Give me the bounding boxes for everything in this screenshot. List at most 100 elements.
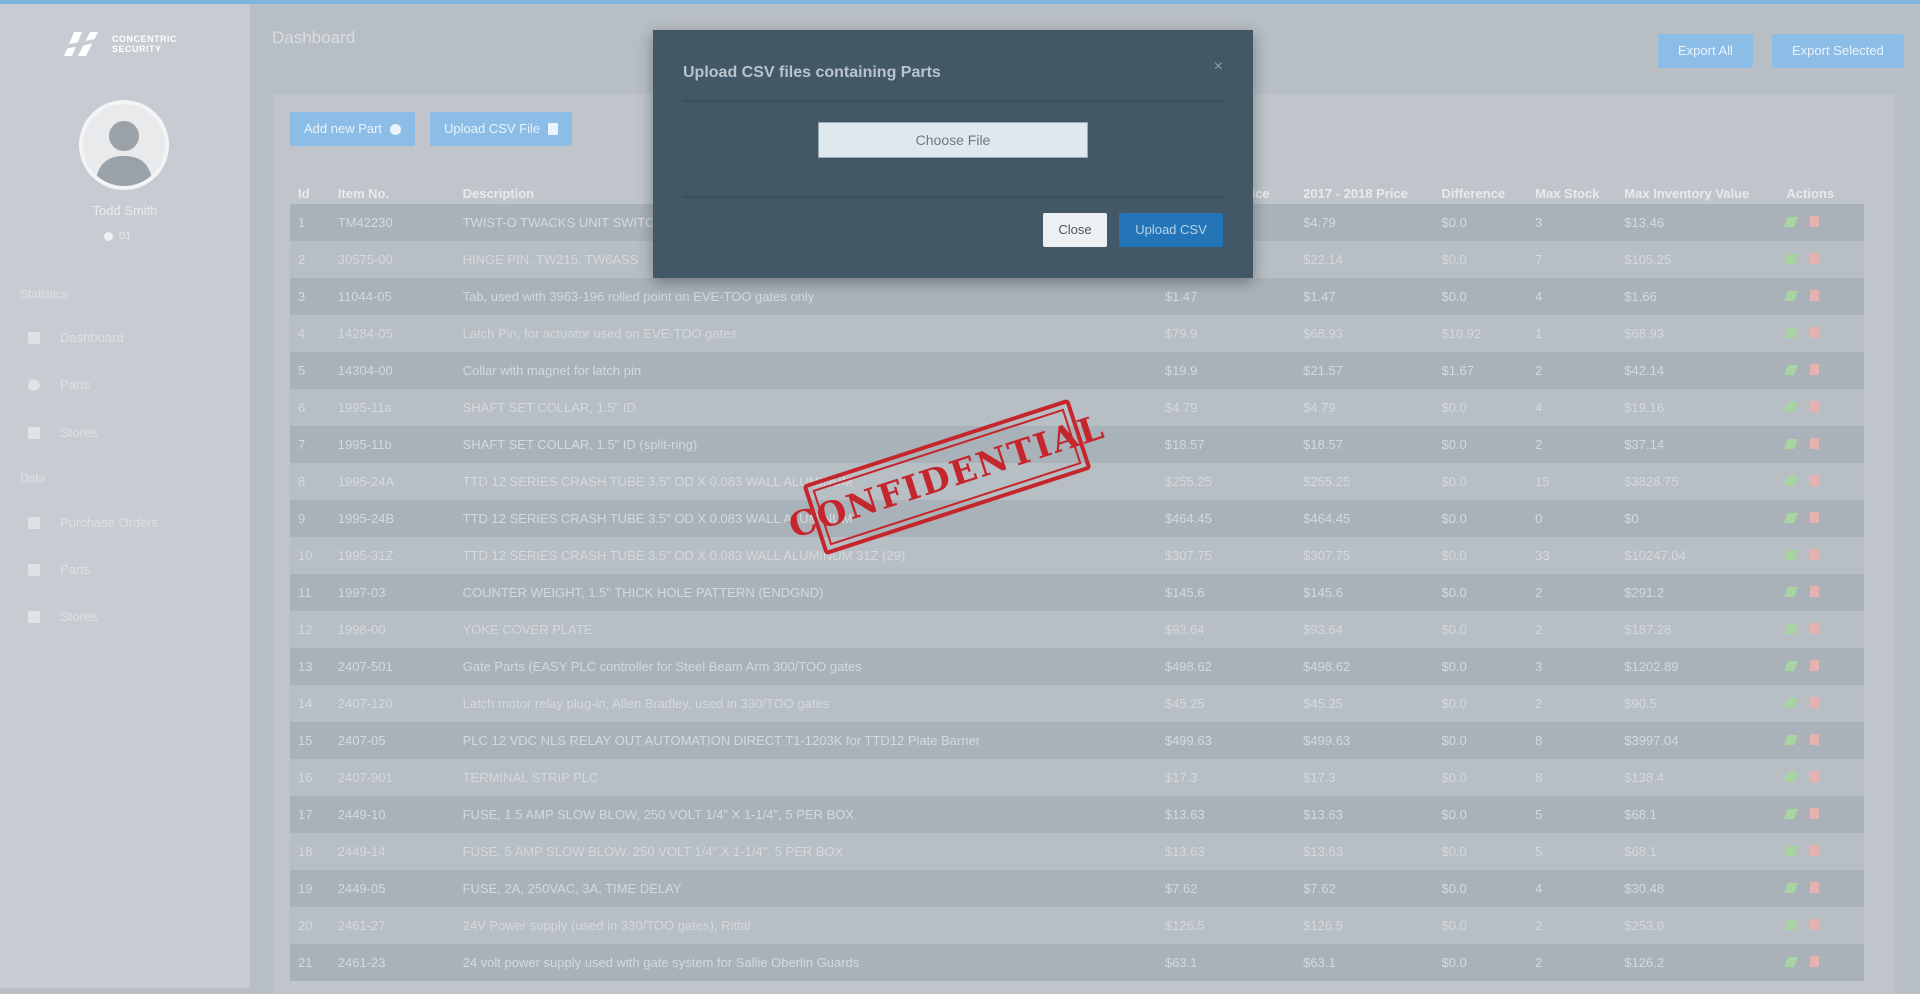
edit-pencil-icon[interactable]	[1784, 809, 1799, 819]
table-row[interactable]: 16 2407-901 TERMINAL STRIP PLC $17.3 $17.3 $0…	[290, 759, 1864, 796]
table-row[interactable]: 11 1997-03 COUNTER WEIGHT, 1.5" THICK HOLE…	[290, 574, 1864, 611]
column-header[interactable]: Item No.	[330, 182, 455, 204]
export-selected-button[interactable]: Export Selected	[1772, 34, 1904, 68]
plus-circle-icon	[390, 123, 402, 135]
edit-pencil-icon[interactable]	[1784, 920, 1799, 930]
table-row[interactable]: 9 1995-24B TTD 12 SERIES CRASH TUBE 3.5" O…	[290, 500, 1864, 537]
table-cell: 15	[290, 722, 330, 759]
edit-pencil-icon[interactable]	[1784, 365, 1799, 375]
table-row[interactable]: 3 11044-05 Tab, used with 3963-196 rolled …	[290, 278, 1864, 315]
delete-trash-icon[interactable]	[1810, 401, 1820, 412]
edit-pencil-icon[interactable]	[1784, 328, 1799, 338]
add-part-button[interactable]: Add new Part	[290, 112, 416, 146]
upload-csv-file-button[interactable]: Upload CSV File	[430, 112, 573, 146]
edit-pencil-icon[interactable]	[1784, 476, 1799, 486]
table-cell: 7	[290, 426, 330, 463]
avatar[interactable]	[79, 100, 169, 190]
delete-trash-icon[interactable]	[1810, 956, 1820, 967]
delete-trash-icon[interactable]	[1810, 475, 1820, 486]
edit-pencil-icon[interactable]	[1784, 217, 1799, 227]
export-all-button[interactable]: Export All	[1658, 34, 1753, 68]
table-row[interactable]: 15 2407-05 PLC 12 VDC NLS RELAY OUT AUTOMA…	[290, 722, 1864, 759]
table-cell: 24V Power supply (used in 330/TOO gates)…	[454, 907, 1157, 944]
edit-pencil-icon[interactable]	[1784, 698, 1799, 708]
delete-trash-icon[interactable]	[1810, 882, 1820, 893]
delete-trash-icon[interactable]	[1810, 771, 1820, 782]
table-row[interactable]: 14 2407-120 Latch motor relay plug-in, All…	[290, 685, 1864, 722]
table-row[interactable]: 12 1998-00 YOKE COVER PLATE $93.64 $93.64 $0.…	[290, 611, 1864, 648]
table-row[interactable]: 20 2461-27 24V Power supply (used in 330/T…	[290, 907, 1864, 944]
delete-trash-icon[interactable]	[1810, 216, 1820, 227]
edit-pencil-icon[interactable]	[1784, 513, 1799, 523]
table-cell: $253.0	[1616, 907, 1779, 944]
table-cell: $4.79	[1295, 389, 1434, 426]
column-header[interactable]: 2017 - 2018 Price	[1295, 182, 1433, 204]
table-row[interactable]: 19 2449-05 FUSE, 2A, 250VAC, 3A, TIME DELA…	[290, 870, 1864, 907]
sidebar-item-data-parts[interactable]: Parts	[28, 562, 90, 577]
table-row[interactable]: 17 2449-10 FUSE, 1.5 AMP SLOW BLOW, 250 VO…	[290, 796, 1864, 833]
table-cell: YOKE COVER PLATE	[454, 611, 1157, 648]
choose-file-button[interactable]: Choose File	[818, 122, 1088, 158]
table-row[interactable]: 10 1995-31Z TTD 12 SERIES CRASH TUBE 3.5" …	[290, 537, 1864, 574]
sidebar-item-purchase-orders[interactable]: Purchase Orders	[28, 515, 158, 530]
edit-pencil-icon[interactable]	[1784, 550, 1799, 560]
delete-trash-icon[interactable]	[1810, 290, 1820, 301]
edit-pencil-icon[interactable]	[1784, 402, 1799, 412]
table-cell: 3	[1527, 648, 1617, 685]
upload-csv-button[interactable]: Upload CSV	[1119, 213, 1223, 247]
delete-trash-icon[interactable]	[1810, 919, 1820, 930]
edit-pencil-icon[interactable]	[1784, 846, 1799, 856]
edit-pencil-icon[interactable]	[1784, 439, 1799, 449]
column-header[interactable]: Max Stock	[1527, 182, 1616, 204]
table-row[interactable]: 13 2407-501 Gate Parts (EASY PLC controlle…	[290, 648, 1864, 685]
table-cell: 16	[290, 759, 330, 796]
close-icon[interactable]: ×	[1214, 58, 1223, 76]
delete-trash-icon[interactable]	[1810, 660, 1820, 671]
edit-pencil-icon[interactable]	[1784, 661, 1799, 671]
close-button[interactable]: Close	[1043, 213, 1107, 247]
sidebar-item-stores[interactable]: Stores	[28, 425, 98, 440]
delete-trash-icon[interactable]	[1810, 512, 1820, 523]
edit-pencil-icon[interactable]	[1784, 291, 1799, 301]
delete-trash-icon[interactable]	[1810, 549, 1820, 560]
edit-pencil-icon[interactable]	[1784, 772, 1799, 782]
edit-pencil-icon[interactable]	[1784, 883, 1799, 893]
delete-trash-icon[interactable]	[1810, 364, 1820, 375]
table-row[interactable]: 18 2449-14 FUSE, 5 AMP SLOW BLOW, 250 VOLT…	[290, 833, 1864, 870]
brand-logo[interactable]: CONCENTRIC SECURITY	[60, 26, 192, 62]
delete-trash-icon[interactable]	[1810, 438, 1820, 449]
delete-trash-icon[interactable]	[1810, 586, 1820, 597]
delete-trash-icon[interactable]	[1810, 327, 1820, 338]
delete-trash-icon[interactable]	[1810, 734, 1820, 745]
table-cell: $17.3	[1295, 759, 1434, 796]
table-cell: $0	[1616, 500, 1779, 537]
table-cell: $21.57	[1295, 352, 1434, 389]
sidebar-item-label: Dashboard	[60, 330, 124, 345]
delete-trash-icon[interactable]	[1810, 697, 1820, 708]
delete-trash-icon[interactable]	[1810, 808, 1820, 819]
table-cell: 21	[290, 944, 330, 981]
table-row[interactable]: 4 14284-05 Latch Pin, for actuator used on…	[290, 315, 1864, 352]
table-row[interactable]: 21 2461-23 24 volt power supply used with …	[290, 944, 1864, 981]
table-row[interactable]: 5 14304-00 Collar with magnet for latch pi…	[290, 352, 1864, 389]
edit-pencil-icon[interactable]	[1784, 735, 1799, 745]
edit-pencil-icon[interactable]	[1784, 254, 1799, 264]
column-header[interactable]: Max Inventory Value	[1616, 182, 1778, 204]
sidebar-item-data-stores[interactable]: Stores	[28, 609, 98, 624]
delete-trash-icon[interactable]	[1810, 623, 1820, 634]
table-cell: 19	[290, 870, 330, 907]
modal-title: Upload CSV files containing Parts	[683, 64, 941, 81]
column-header[interactable]: Difference	[1433, 182, 1527, 204]
sidebar-item-parts[interactable]: Parts	[28, 377, 90, 392]
delete-trash-icon[interactable]	[1810, 253, 1820, 264]
row-actions	[1778, 870, 1864, 907]
table-cell: $0.0	[1433, 389, 1528, 426]
table-cell: $307.75	[1156, 537, 1296, 574]
column-header[interactable]: Id	[290, 182, 330, 204]
edit-pencil-icon[interactable]	[1784, 624, 1799, 634]
edit-pencil-icon[interactable]	[1784, 587, 1799, 597]
table-cell: $0.0	[1433, 241, 1528, 278]
delete-trash-icon[interactable]	[1810, 845, 1820, 856]
sidebar-item-dashboard[interactable]: Dashboard	[28, 330, 124, 345]
edit-pencil-icon[interactable]	[1784, 957, 1799, 967]
